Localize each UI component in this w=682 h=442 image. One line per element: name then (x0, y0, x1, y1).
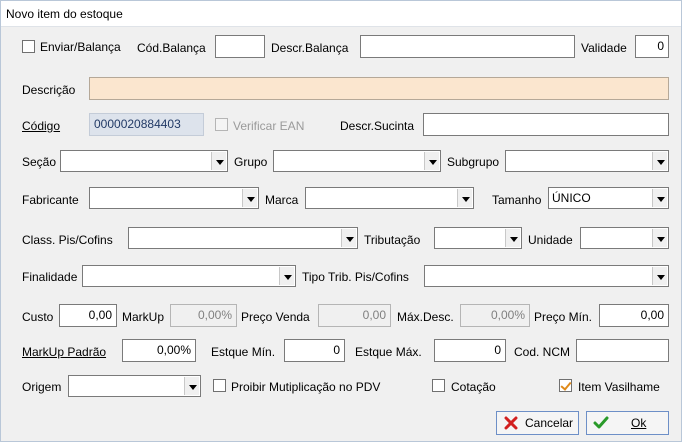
class-pis-cofins-label: Class. Pis/Cofins (22, 233, 113, 247)
estque-min-label: Estque Mín. (211, 345, 276, 359)
tipo-trib-label: Tipo Trib. Pis/Cofins (302, 270, 409, 284)
markup-padrao-input[interactable]: 0,00% (122, 339, 196, 362)
markup-label: MarkUp (122, 310, 165, 324)
close-icon (504, 416, 518, 430)
enviar-balanca-checkbox[interactable] (22, 40, 35, 53)
tamanho-combo[interactable]: ÚNICO (548, 187, 669, 209)
cancel-button-label: Cancelar (525, 416, 574, 430)
chevron-down-icon[interactable] (652, 189, 667, 207)
origem-label: Origem (22, 380, 62, 394)
marca-label: Marca (265, 193, 299, 207)
custo-input[interactable]: 0,00 (59, 304, 117, 327)
origem-combo[interactable] (68, 375, 201, 397)
codigo-link[interactable]: Código (22, 119, 60, 133)
cod-balanca-label: Cód.Balança (137, 41, 206, 55)
grupo-combo[interactable] (273, 150, 441, 172)
enviar-balanca-label: Enviar/Balança (40, 40, 121, 54)
chevron-down-icon[interactable] (457, 189, 472, 207)
dialog-window: Novo item do estoque Enviar/Balança Cód.… (0, 0, 682, 442)
markup-padrao-link[interactable]: MarkUp Padrão (22, 345, 106, 359)
title-bar: Novo item do estoque (1, 1, 681, 27)
preco-min-input[interactable]: 0,00 (599, 304, 669, 327)
fabricante-label: Fabricante (22, 193, 79, 207)
chevron-down-icon[interactable] (279, 267, 294, 285)
verificar-ean-checkbox[interactable] (215, 118, 228, 131)
subgrupo-label: Subgrupo (447, 155, 500, 169)
chevron-down-icon[interactable] (341, 229, 356, 247)
chevron-down-icon[interactable] (652, 152, 667, 170)
unidade-label: Unidade (528, 233, 573, 247)
tamanho-value: ÚNICO (552, 191, 591, 205)
secao-combo[interactable] (60, 150, 228, 172)
preco-venda-input[interactable]: 0,00 (318, 304, 391, 327)
finalidade-combo[interactable] (82, 265, 296, 287)
secao-label: Seção (22, 155, 57, 169)
ok-button[interactable]: Ok (586, 411, 669, 435)
estque-min-input[interactable]: 0 (284, 339, 345, 362)
descricao-input[interactable] (89, 77, 669, 100)
validade-label: Validade (581, 41, 627, 55)
codigo-input[interactable]: 0000020884403 (89, 113, 204, 136)
item-vasilhame-checkbox[interactable] (559, 379, 572, 392)
descr-sucinta-input[interactable] (423, 113, 669, 136)
fabricante-combo[interactable] (89, 187, 259, 209)
descr-balanca-input[interactable] (360, 35, 575, 58)
chevron-down-icon[interactable] (184, 377, 199, 395)
markup-input[interactable]: 0,00% (170, 304, 237, 327)
max-desc-label: Máx.Desc. (397, 310, 454, 324)
subgrupo-combo[interactable] (505, 150, 669, 172)
marca-combo[interactable] (305, 187, 474, 209)
finalidade-label: Finalidade (22, 270, 78, 284)
cod-ncm-label: Cod. NCM (514, 345, 571, 359)
preco-min-label: Preço Mín. (534, 310, 593, 324)
max-desc-input[interactable]: 0,00% (460, 304, 530, 327)
chevron-down-icon[interactable] (242, 189, 257, 207)
item-vasilhame-label: Item Vasilhame (578, 380, 660, 394)
cancel-button[interactable]: Cancelar (496, 411, 579, 435)
checkmark-icon (593, 416, 609, 429)
chevron-down-icon[interactable] (424, 152, 439, 170)
class-pis-cofins-combo[interactable] (128, 227, 358, 249)
validade-input[interactable]: 0 (635, 35, 669, 58)
grupo-label: Grupo (234, 155, 268, 169)
preco-venda-label: Preço Venda (241, 310, 310, 324)
chevron-down-icon[interactable] (211, 152, 226, 170)
custo-label: Custo (22, 310, 54, 324)
estque-max-label: Estque Máx. (355, 345, 422, 359)
tipo-trib-combo[interactable] (424, 265, 669, 287)
tamanho-label: Tamanho (492, 193, 542, 207)
cotacao-label: Cotação (451, 380, 496, 394)
unidade-combo[interactable] (580, 227, 669, 249)
ok-button-label: Ok (631, 416, 647, 430)
proibir-multiplicacao-checkbox[interactable] (213, 379, 226, 392)
verificar-ean-label: Verificar EAN (233, 119, 305, 133)
cod-balanca-input[interactable] (215, 35, 265, 58)
cotacao-checkbox[interactable] (432, 379, 445, 392)
descricao-label: Descrição (22, 83, 76, 97)
proibir-multiplicacao-label: Proibir Mutiplicação no PDV (231, 380, 381, 394)
chevron-down-icon[interactable] (505, 229, 520, 247)
chevron-down-icon[interactable] (652, 229, 667, 247)
cod-ncm-input[interactable] (576, 339, 669, 362)
estque-max-input[interactable]: 0 (434, 339, 506, 362)
tributacao-combo[interactable] (434, 227, 522, 249)
descr-sucinta-label: Descr.Sucinta (340, 119, 415, 133)
chevron-down-icon[interactable] (652, 267, 667, 285)
tributacao-label: Tributação (364, 233, 421, 247)
descr-balanca-label: Descr.Balança (271, 41, 349, 55)
window-title: Novo item do estoque (6, 7, 123, 21)
